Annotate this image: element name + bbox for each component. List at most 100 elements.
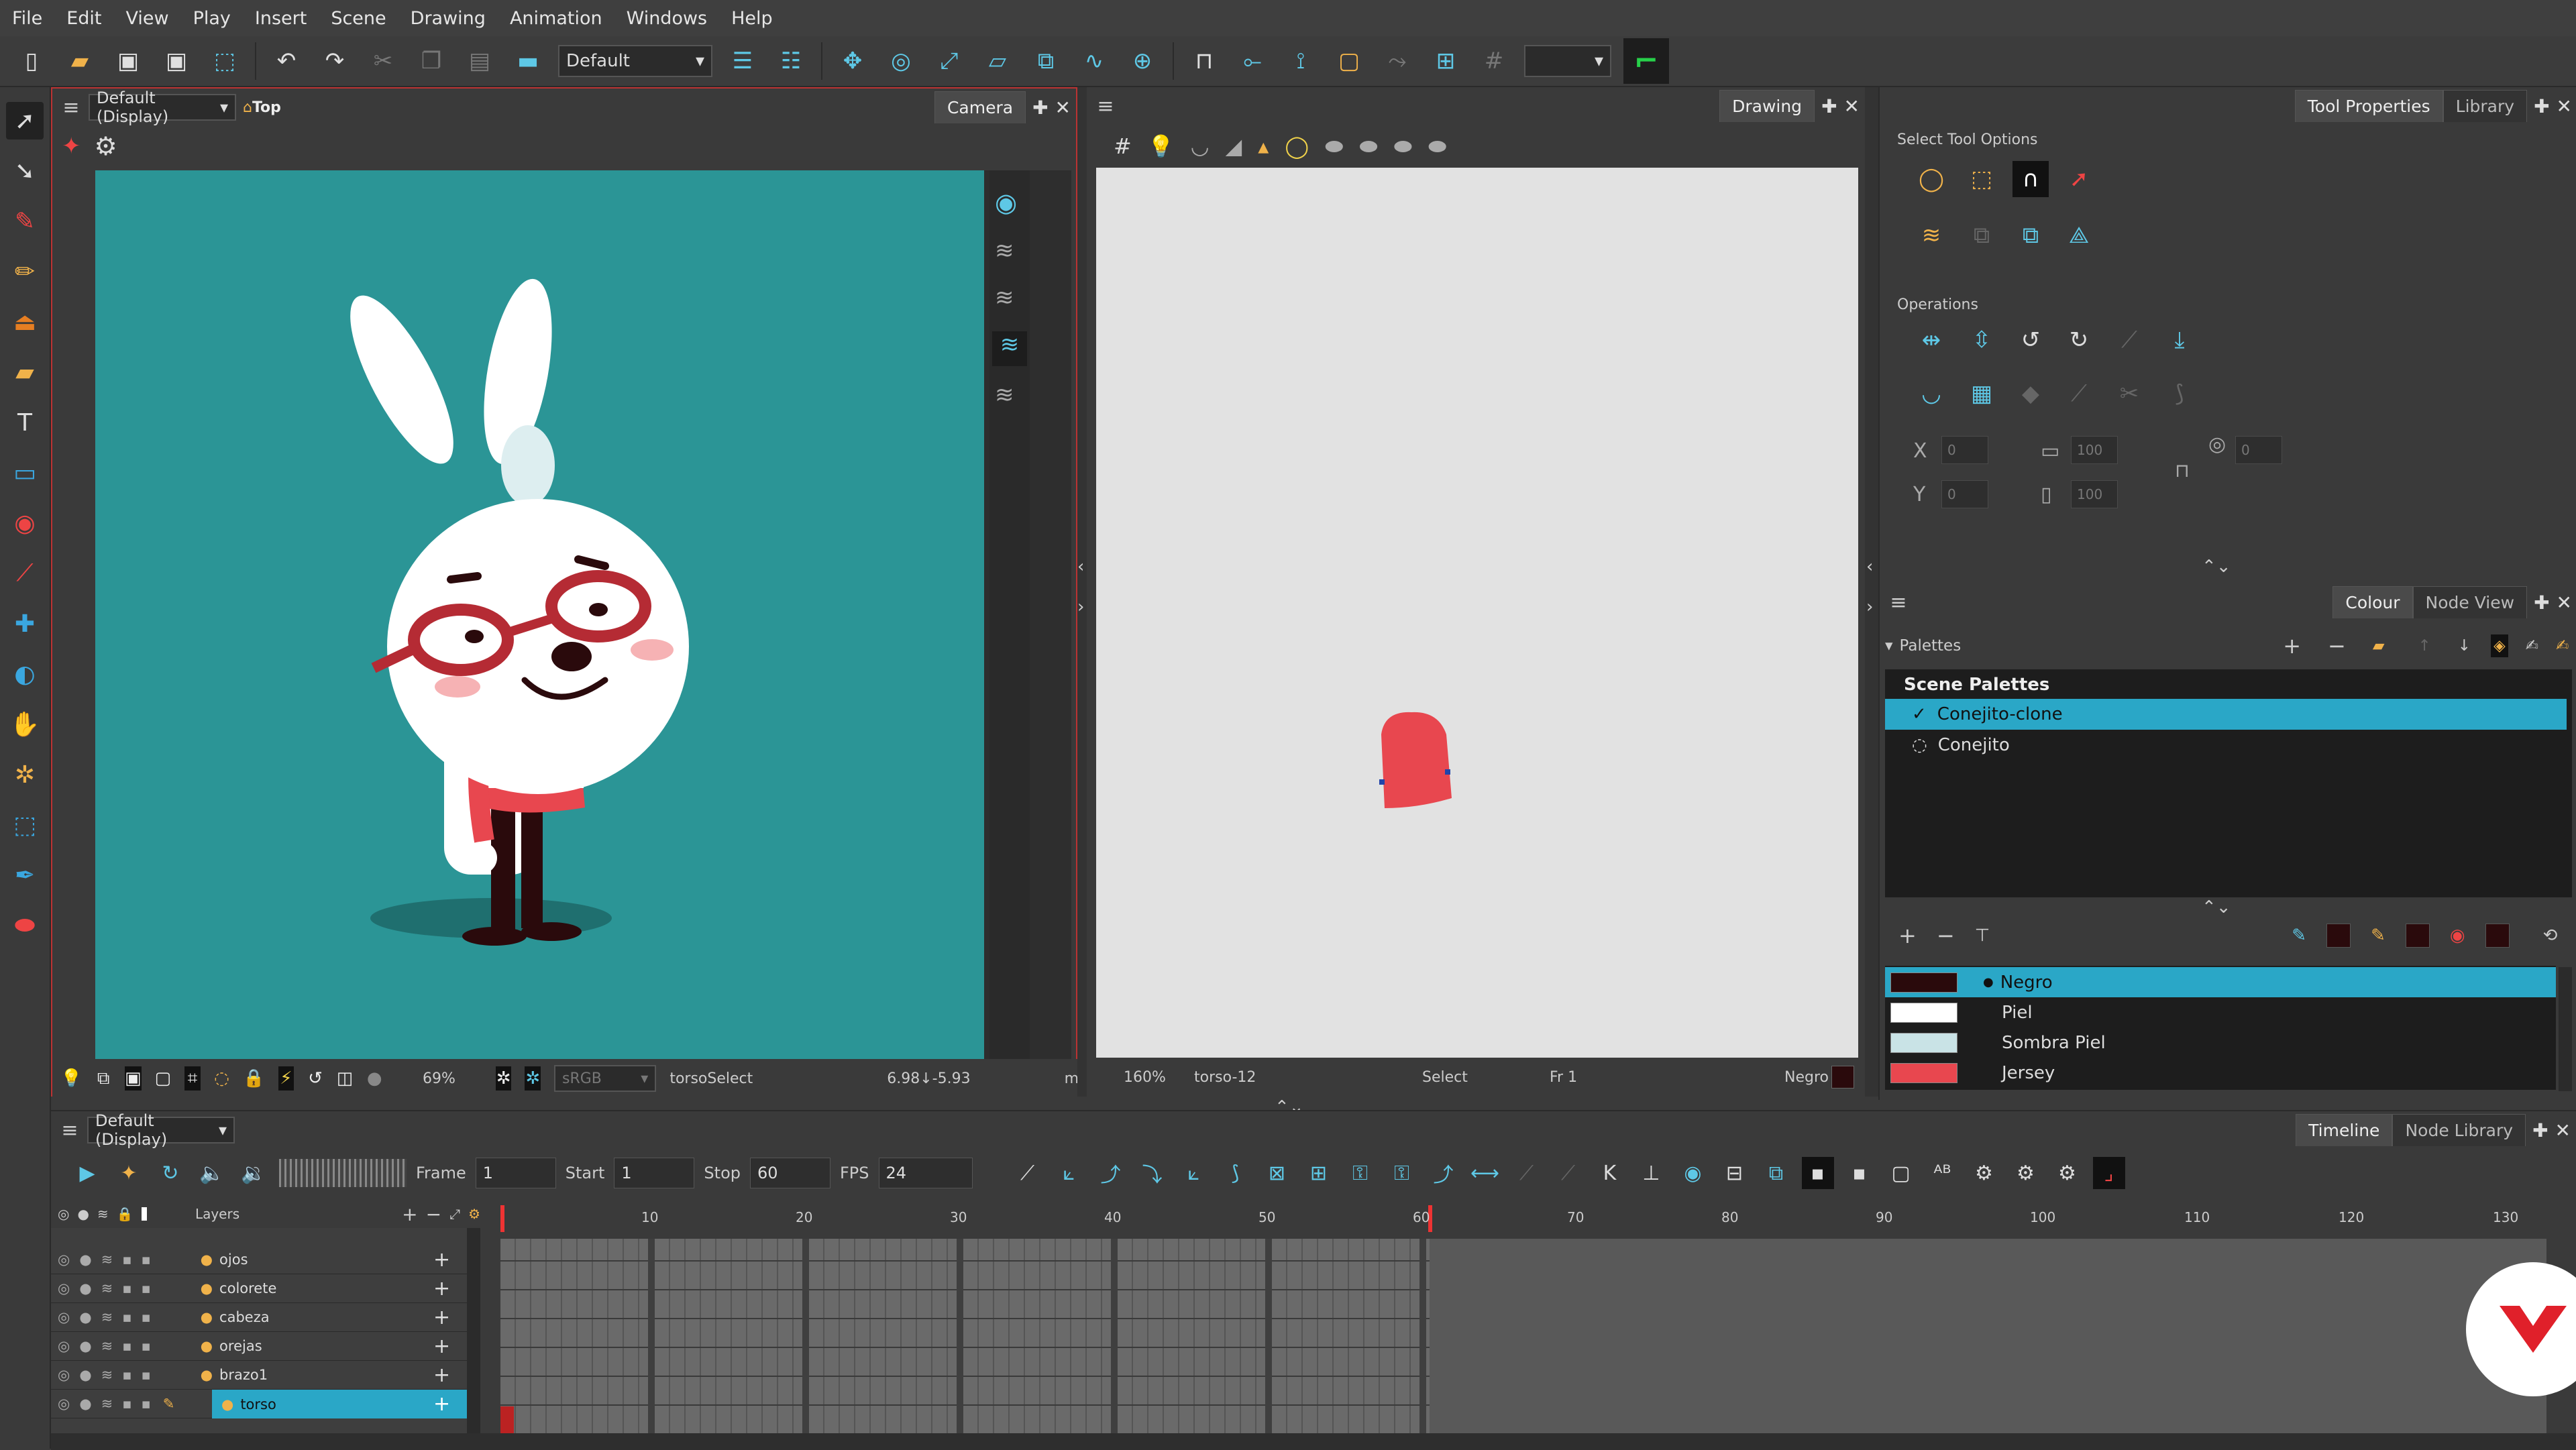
paint-swatch[interactable] xyxy=(2485,924,2510,948)
layer-controls-icon[interactable]: ◎●≋▪▪ xyxy=(58,1338,160,1354)
lock-all-icon[interactable]: ● xyxy=(77,1206,89,1222)
chain-icon[interactable]: ⟟ xyxy=(1283,43,1319,79)
brush-swatch[interactable] xyxy=(2405,924,2430,948)
layer-row[interactable]: ◎●≋▪▪ ● orejas + xyxy=(51,1332,480,1361)
collapse-right-icon[interactable]: › xyxy=(1866,597,1873,617)
colour-toggle-icon[interactable] xyxy=(141,1207,147,1221)
skew-icon[interactable]: ▱ xyxy=(979,43,1016,79)
layer-row[interactable]: ◎●≋▪▪ ● ojos + xyxy=(51,1245,480,1274)
layer-controls-icon[interactable]: ◎●≋▪▪ xyxy=(58,1309,160,1325)
swatch-scrollbar[interactable] xyxy=(2559,967,2572,1091)
scale-icon[interactable]: ⤢ xyxy=(931,43,967,79)
stop-motion-icon[interactable]: ⤴ xyxy=(1095,1157,1127,1189)
add-panel-icon[interactable]: ✚ xyxy=(1032,97,1048,119)
insert-keyframe-icon[interactable]: K xyxy=(1594,1157,1626,1189)
library-icon[interactable]: ▬ xyxy=(510,43,546,79)
settings-icon[interactable]: ⚙ xyxy=(95,131,117,161)
menu-scene[interactable]: Scene xyxy=(319,8,398,29)
tab-camera[interactable]: Camera xyxy=(934,91,1026,123)
loop-icon[interactable]: ↻ xyxy=(154,1157,186,1189)
tab-colour[interactable]: Colour xyxy=(2332,586,2413,618)
onion-skin-timeline-icon[interactable]: ◉ xyxy=(1677,1157,1709,1189)
menu-icon[interactable]: ≡ xyxy=(1092,93,1119,119)
close-panel-icon[interactable]: ✕ xyxy=(2555,1119,2571,1141)
folder-icon[interactable]: ▰ xyxy=(2373,637,2385,655)
layer-disc-icon[interactable]: ⬬ xyxy=(1325,133,1343,160)
bone-icon[interactable]: ⟜ xyxy=(1234,43,1271,79)
camera-canvas[interactable] xyxy=(95,170,984,1059)
menu-icon[interactable]: ≡ xyxy=(58,94,85,121)
render-icon[interactable]: ◫ xyxy=(337,1066,354,1091)
menu-icon[interactable]: ≡ xyxy=(1885,589,1912,616)
palette-item[interactable]: ◌ Conejito xyxy=(1885,730,2567,761)
layer-controls-icon[interactable]: ◎●≋▪▪ xyxy=(58,1396,160,1412)
new-icon[interactable]: ▯ xyxy=(13,43,50,79)
safe-area-icon[interactable]: ▢ xyxy=(155,1066,172,1091)
apply-all-icon[interactable]: ≋ xyxy=(1913,217,1949,254)
onion-skin-icon[interactable]: ✦ xyxy=(62,133,81,160)
frame-toggle-icon[interactable]: ▪ xyxy=(1801,1157,1834,1189)
marquee-icon[interactable]: ⬚ xyxy=(1964,161,2000,197)
sound-scrub-icon[interactable]: 🔉 xyxy=(237,1157,270,1189)
bulb-icon[interactable]: ◯ xyxy=(1285,133,1309,159)
add-layer-icon[interactable]: + xyxy=(433,1392,450,1416)
gear-filter-icon[interactable]: ✲ xyxy=(495,1066,512,1091)
library-timeline-icon[interactable]: ⊞ xyxy=(1303,1157,1335,1189)
rotate-ccw-icon[interactable]: ↺ xyxy=(2012,322,2049,358)
add-keyframe-icon[interactable]: ⊞ xyxy=(1428,43,1464,79)
swatch-row[interactable]: ● Negro xyxy=(1885,967,2556,997)
lock-ratio-icon[interactable]: ⊓ xyxy=(2175,459,2190,482)
rigging-timeline-icon[interactable]: ⟀ xyxy=(1178,1157,1210,1189)
fps-field[interactable]: 24 xyxy=(878,1158,973,1188)
snap-magnet-icon[interactable]: ∩ xyxy=(2012,161,2049,197)
palette-style-icon[interactable]: ✍ xyxy=(2556,637,2569,655)
right-splitter[interactable]: ‹ › xyxy=(1865,87,1878,1097)
rotate-icon[interactable]: ◎ xyxy=(883,43,919,79)
brush-icon[interactable]: ✎ xyxy=(6,203,44,240)
frame-icon[interactable]: ▣ xyxy=(124,1066,142,1091)
layer-disc-icon[interactable]: ⬬ xyxy=(1359,133,1377,160)
menu-file[interactable]: File xyxy=(0,8,54,29)
pivot-icon[interactable]: ⊕ xyxy=(1124,43,1161,79)
cell-icon[interactable]: ⊟ xyxy=(1719,1157,1751,1189)
paint-colour-icon[interactable]: ◉ xyxy=(2450,926,2465,946)
frame-grid[interactable] xyxy=(500,1239,2546,1433)
sync-icon[interactable]: ⧉ xyxy=(1760,1157,1792,1189)
remove-layer-icon[interactable]: − xyxy=(426,1203,441,1225)
lasso-icon[interactable]: ◯ xyxy=(1913,161,1949,197)
ease-in-out-icon[interactable]: ⟷ xyxy=(1469,1157,1501,1189)
permanent-selection-icon[interactable]: ⧉ xyxy=(1964,217,2000,254)
play-icon[interactable]: ▶ xyxy=(71,1157,103,1189)
brush-to-pencil-icon[interactable]: ⟋ xyxy=(2061,376,2097,412)
pivot-tool-icon[interactable]: ✚ xyxy=(6,605,44,643)
menu-insert[interactable]: Insert xyxy=(243,8,319,29)
menu-windows[interactable]: Windows xyxy=(614,8,720,29)
layer-stack-icon[interactable]: ≋ xyxy=(995,284,1014,311)
start-field[interactable]: 1 xyxy=(614,1158,695,1188)
tab-drawing[interactable]: Drawing xyxy=(1719,90,1815,122)
remove-stroke-icon[interactable]: ✂ xyxy=(2111,376,2147,412)
selected-layer-row[interactable]: ● torso + xyxy=(212,1390,480,1418)
timeline-scrollbar[interactable] xyxy=(51,1433,2576,1450)
angle-field[interactable]: 0 xyxy=(2235,436,2282,464)
motion-icon[interactable]: ⤵ xyxy=(1136,1157,1169,1189)
deformer-grid-icon[interactable]: # xyxy=(1476,43,1512,79)
stamp-icon[interactable]: ▴ xyxy=(1258,133,1269,159)
add-layer-icon[interactable]: + xyxy=(433,1306,450,1329)
expand-triangle-icon[interactable]: ▾ xyxy=(1885,637,1893,655)
paint-icon[interactable]: ◉ xyxy=(6,504,44,542)
record-icon[interactable]: ⌟ xyxy=(2092,1157,2125,1189)
link-icon[interactable]: ⟲ xyxy=(2543,926,2558,946)
lock-header-icon[interactable]: 🔒 xyxy=(117,1206,133,1222)
palette-item[interactable]: ✓ Conejito-clone xyxy=(1885,699,2567,730)
menu-animation[interactable]: Animation xyxy=(498,8,614,29)
smooth-icon[interactable]: ⟋ xyxy=(2111,322,2147,358)
import-icon[interactable]: ⬚ xyxy=(207,43,243,79)
copy-icon[interactable]: ❐ xyxy=(413,43,449,79)
tab-tool-properties[interactable]: Tool Properties xyxy=(2294,90,2443,122)
speed-slider[interactable] xyxy=(279,1159,407,1187)
add-panel-icon[interactable]: ✚ xyxy=(2534,592,2549,614)
panel-resize-icon[interactable]: ⌃⌄ xyxy=(2202,897,2231,917)
stamp-icon[interactable]: ⏏ xyxy=(6,303,44,341)
add-panel-icon[interactable]: ✚ xyxy=(2534,95,2549,117)
